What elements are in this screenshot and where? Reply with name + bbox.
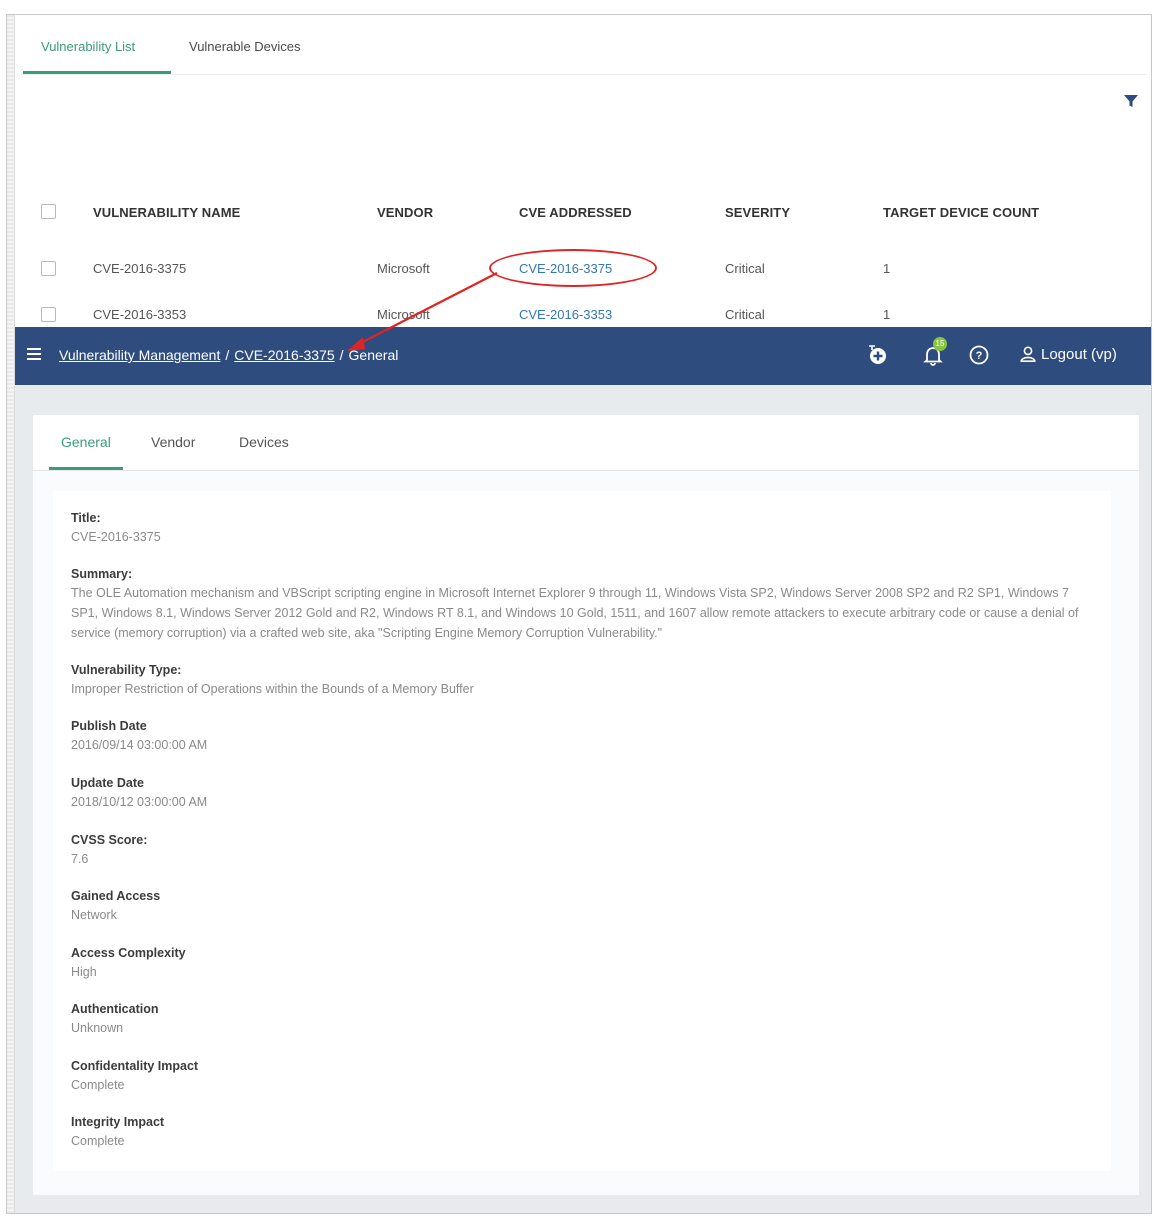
- field-access-complexity: Access Complexity High: [71, 944, 1081, 982]
- row-severity: Critical: [725, 261, 765, 276]
- tab-vendor[interactable]: Vendor: [151, 434, 195, 450]
- row-checkbox[interactable]: [41, 261, 56, 276]
- field-authentication: Authentication Unknown: [71, 1000, 1081, 1038]
- field-vulnerability-type: Vulnerability Type: Improper Restriction…: [71, 661, 1081, 699]
- row-checkbox[interactable]: [41, 307, 56, 322]
- breadcrumb: Vulnerability Management / CVE-2016-3375/G…: [59, 347, 398, 363]
- row-device-count: 1: [883, 307, 891, 322]
- window-frame: Vulnerability List Vulnerable Devices VU…: [6, 14, 1152, 1214]
- field-value: High: [71, 965, 97, 979]
- field-label: Update Date: [71, 776, 144, 790]
- field-value: 2016/09/14 03:00:00 AM: [71, 738, 208, 752]
- annotation-ellipse: [489, 249, 657, 287]
- active-detail-tab-indicator: [49, 467, 123, 470]
- left-edge: [7, 15, 15, 1213]
- detail-tabs: General Vendor Devices: [33, 415, 1139, 471]
- vulnerability-list-panel: Vulnerability List Vulnerable Devices VU…: [21, 15, 1147, 327]
- field-value: Complete: [71, 1134, 125, 1148]
- row-vulnerability-name: CVE-2016-3375: [93, 261, 187, 276]
- field-label: Summary:: [71, 567, 133, 581]
- breadcrumb-vulnerability-management[interactable]: Vulnerability Management: [59, 347, 220, 363]
- list-tabs: Vulnerability List Vulnerable Devices: [21, 15, 1147, 75]
- field-value: The OLE Automation mechanism and VBScrip…: [71, 586, 1079, 640]
- field-label: CVSS Score:: [71, 833, 148, 847]
- column-header-device-count[interactable]: TARGET DEVICE COUNT: [883, 205, 1039, 220]
- field-value: 2018/10/12 03:00:00 AM: [71, 795, 208, 809]
- general-details: Title: CVE-2016-3375 Summary: The OLE Au…: [53, 491, 1111, 1171]
- logout-button[interactable]: Logout (vp): [1019, 345, 1117, 363]
- column-header-severity[interactable]: SEVERITY: [725, 205, 790, 220]
- notifications-button[interactable]: 15: [921, 337, 947, 367]
- filter-icon[interactable]: [1123, 93, 1139, 109]
- active-tab-indicator: [23, 71, 171, 74]
- row-vendor: Microsoft: [377, 261, 430, 276]
- tab-vulnerable-devices[interactable]: Vulnerable Devices: [189, 39, 301, 54]
- select-all-checkbox[interactable]: [41, 204, 56, 219]
- field-value: Improper Restriction of Operations withi…: [71, 682, 474, 696]
- row-vulnerability-name: CVE-2016-3353: [93, 307, 187, 322]
- user-icon: [1020, 346, 1036, 363]
- field-publish-date: Publish Date 2016/09/14 03:00:00 AM: [71, 717, 1081, 755]
- add-device-icon[interactable]: [865, 343, 889, 367]
- field-value: Unknown: [71, 1021, 124, 1035]
- column-header-cve[interactable]: CVE ADDRESSED: [519, 205, 632, 220]
- field-gained-access: Gained Access Network: [71, 887, 1081, 925]
- column-header-name[interactable]: VULNERABILITY NAME: [93, 205, 240, 220]
- field-label: Authentication: [71, 1002, 159, 1016]
- tab-general[interactable]: General: [61, 434, 111, 450]
- field-label: Publish Date: [71, 719, 147, 733]
- field-value: CVE-2016-3375: [71, 530, 161, 544]
- field-label: Integrity Impact: [71, 1115, 165, 1129]
- tab-devices[interactable]: Devices: [239, 434, 289, 450]
- help-icon[interactable]: ?: [967, 343, 991, 367]
- field-label: Access Complexity: [71, 946, 186, 960]
- field-label: Gained Access: [71, 889, 161, 903]
- field-cvss-score: CVSS Score: 7.6: [71, 831, 1081, 869]
- field-summary: Summary: The OLE Automation mechanism an…: [71, 565, 1081, 643]
- app-header: Vulnerability Management / CVE-2016-3375/G…: [15, 327, 1151, 385]
- detail-card: General Vendor Devices Title: CVE-2016-3…: [33, 415, 1139, 1195]
- field-value: Network: [71, 908, 117, 922]
- field-confidentiality-impact: Confidentality Impact Complete: [71, 1057, 1081, 1095]
- column-header-vendor[interactable]: VENDOR: [377, 205, 433, 220]
- svg-text:?: ?: [976, 350, 983, 362]
- row-severity: Critical: [725, 307, 765, 322]
- menu-icon[interactable]: [27, 348, 41, 362]
- notification-badge: 15: [933, 337, 947, 351]
- tab-vulnerability-list[interactable]: Vulnerability List: [41, 39, 135, 54]
- row-device-count: 1: [883, 261, 891, 276]
- breadcrumb-cve[interactable]: CVE-2016-3375: [234, 347, 334, 363]
- breadcrumb-separator: /: [339, 347, 344, 363]
- row-cve-link[interactable]: CVE-2016-3353: [519, 307, 612, 322]
- field-update-date: Update Date 2018/10/12 03:00:00 AM: [71, 774, 1081, 812]
- field-integrity-impact: Integrity Impact Complete: [71, 1113, 1081, 1151]
- field-label: Title:: [71, 511, 101, 525]
- field-value: Complete: [71, 1078, 125, 1092]
- logout-label: Logout (vp): [1041, 345, 1117, 363]
- breadcrumb-separator: /: [225, 347, 230, 363]
- field-value: 7.6: [71, 852, 89, 866]
- field-label: Confidentality Impact: [71, 1059, 199, 1073]
- field-title: Title: CVE-2016-3375: [71, 509, 1081, 547]
- field-label: Vulnerability Type:: [71, 663, 182, 677]
- breadcrumb-current: General: [348, 347, 399, 363]
- row-vendor: Microsoft: [377, 307, 430, 322]
